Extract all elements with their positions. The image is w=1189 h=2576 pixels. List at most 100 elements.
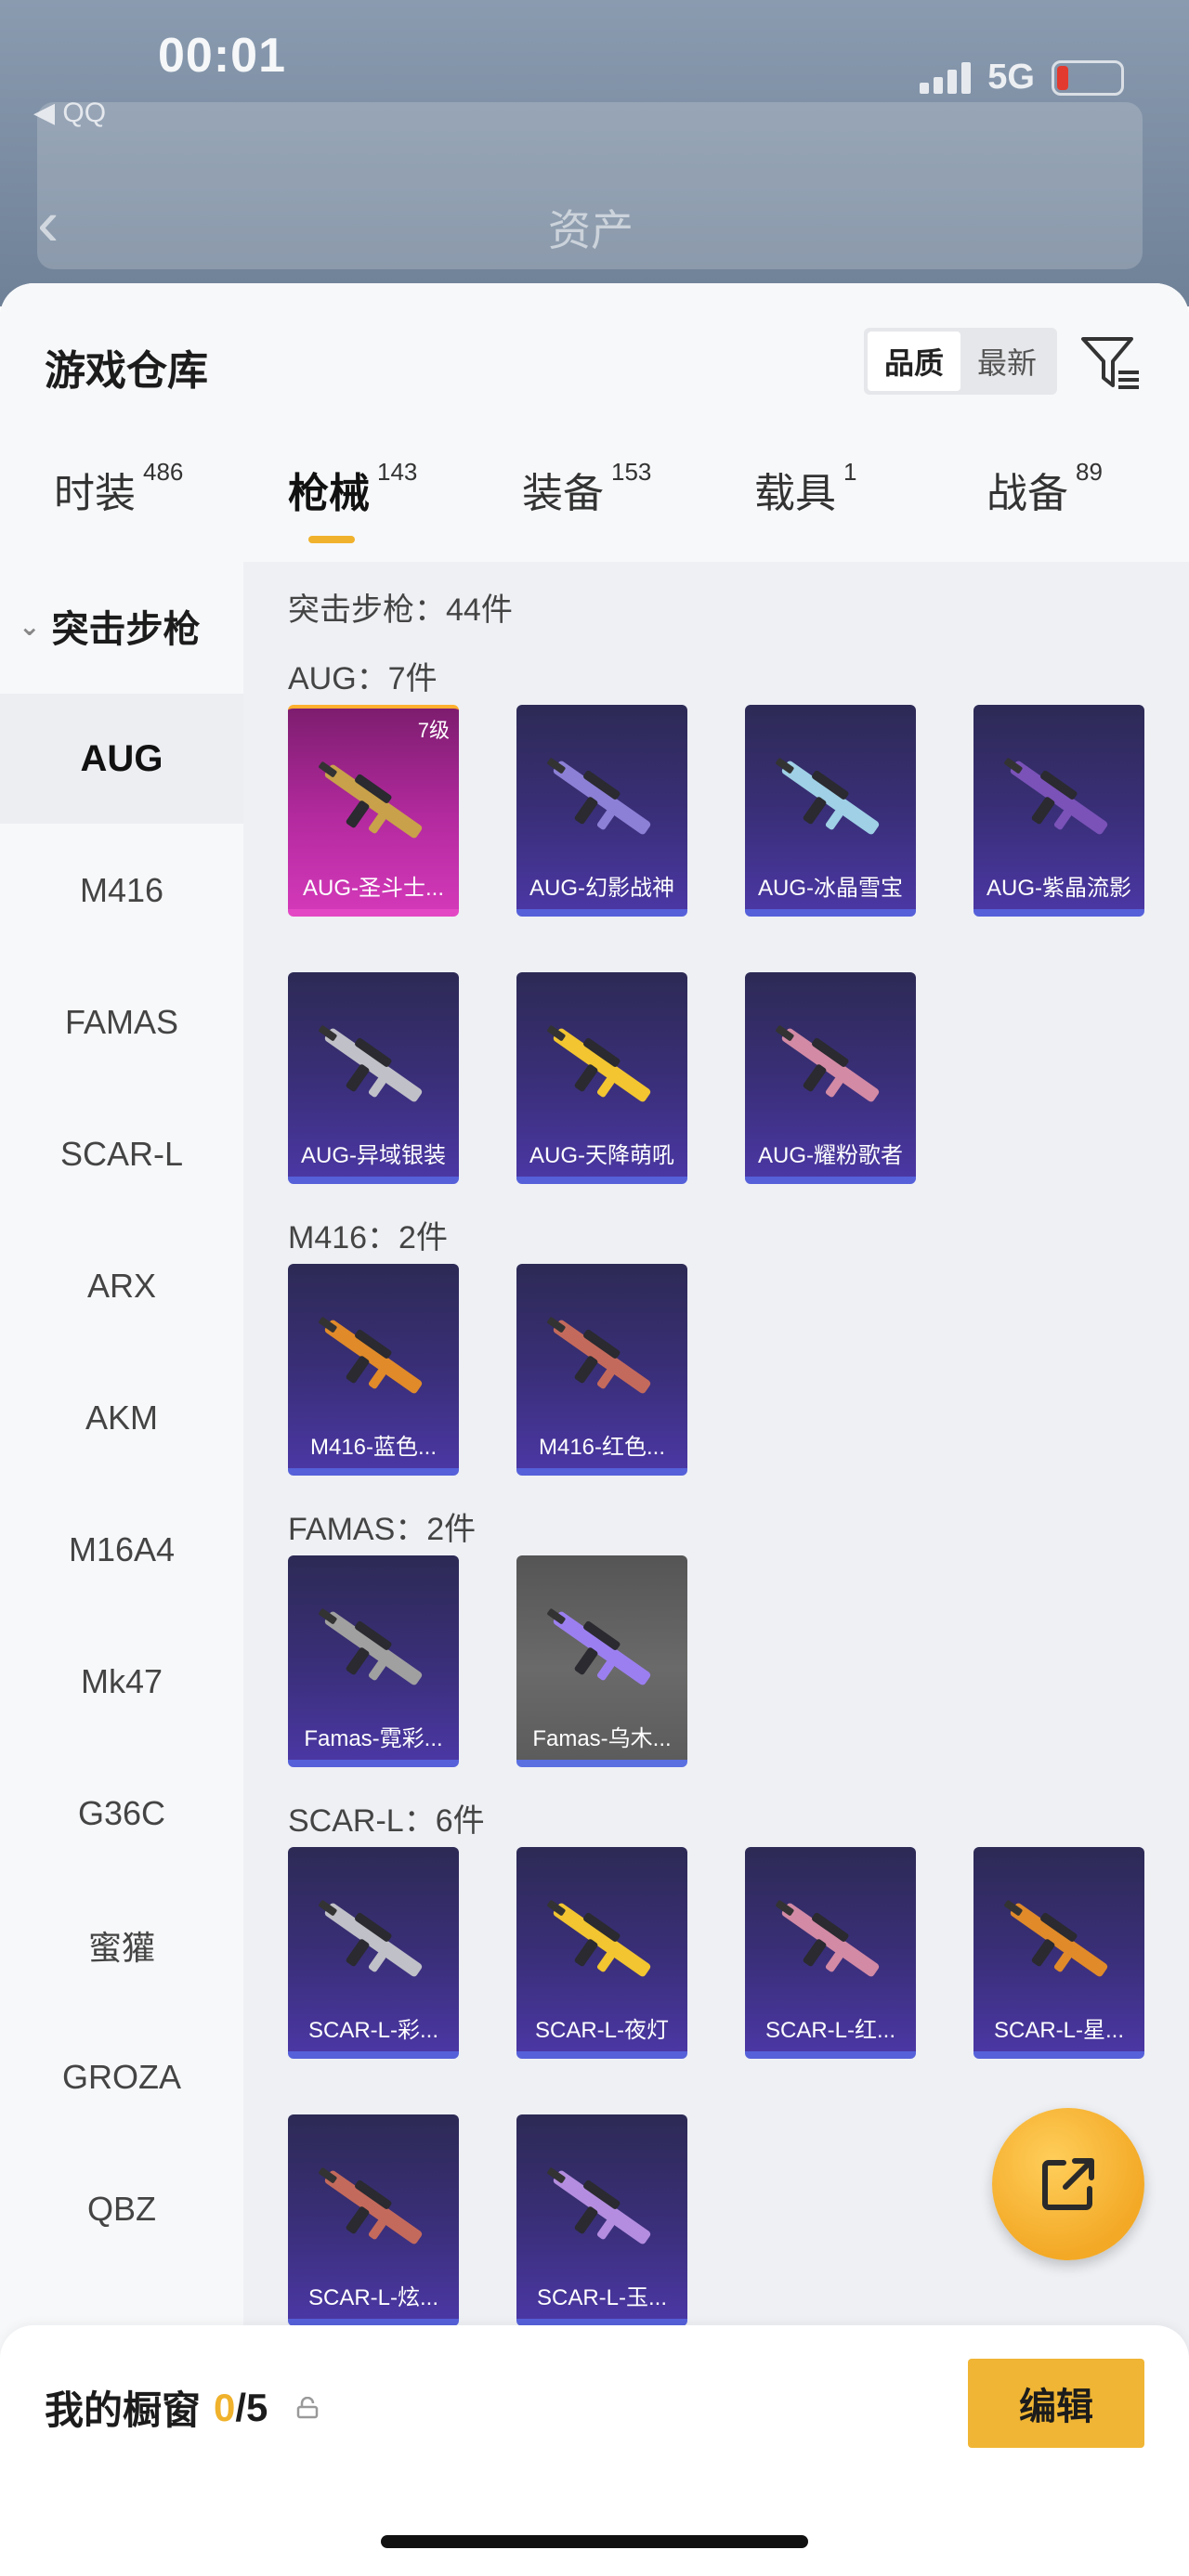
weapon-card[interactable]: M416-红色... [516,1264,687,1476]
sidebar-item-scar-l[interactable]: SCAR-L [0,1089,243,1219]
tab-label: 战备 [986,471,1068,516]
active-tab-indicator [308,536,355,543]
weapon-name: AUG-圣斗士... [302,876,444,901]
sidebar-item-aug[interactable]: AUG [0,694,243,824]
weapon-card[interactable]: 7级 AUG-圣斗士... [288,705,459,917]
section-label: M416：2件 [288,1220,448,1255]
showcase-total: /5 [235,2385,268,2429]
weapon-card[interactable]: AUG-耀粉歌者 [745,972,916,1184]
weapon-name: AUG-耀粉歌者 [758,1143,903,1168]
weapon-name: SCAR-L-夜灯 [534,2018,669,2043]
tab-label: 装备 [522,471,604,516]
weapon-image [776,1025,880,1102]
sidebar-item-arx[interactable]: ARX [0,1221,243,1351]
weapon-image [547,758,651,835]
tab-fashion[interactable]: 时装 486 [54,458,184,519]
tab-supplies[interactable]: 战备 89 [986,458,1103,519]
edit-button[interactable]: 编辑 [968,2359,1144,2448]
weapon-card[interactable]: SCAR-L-炫... [288,2114,459,2326]
tab-vehicles[interactable]: 载具 1 [754,458,857,519]
sidebar-item-groza[interactable]: GROZA [0,2012,243,2142]
weapon-name: Famas-霓彩... [304,1726,443,1751]
section-label: SCAR-L：6件 [288,1803,485,1839]
tab-firearms[interactable]: 枪械 143 [288,458,417,519]
weapon-image [547,1608,651,1685]
weapon-card[interactable]: SCAR-L-星... [973,1847,1144,2059]
status-indicators: 5G [920,58,1124,98]
sheet-header: 游戏仓库 品质 最新 时装 486 枪械 143 装备 153 载具 1 战备 … [0,283,1189,562]
share-icon [1042,2158,1094,2210]
weapon-type-sidebar: ⌄ 突击步枪 AUG M416 FAMAS SCAR-L ARX AKM M16… [0,562,243,2576]
sidebar-item-mk47[interactable]: Mk47 [0,1617,243,1747]
showcase-current: 0 [214,2385,236,2429]
tab-label: 载具 [754,471,836,516]
weapon-name: M416-红色... [538,1435,666,1460]
filter-icon[interactable] [1078,330,1144,397]
weapon-image [547,1317,651,1394]
tab-count: 486 [143,458,184,486]
sidebar-item-famas[interactable]: FAMAS [0,957,243,1087]
weapon-image [319,1025,423,1102]
weapon-image [319,2167,423,2244]
weapon-image [547,1025,651,1102]
showcase-summary: 我的橱窗 0 /5 [45,2379,320,2436]
sidebar-item-g36c[interactable]: G36C [0,1749,243,1879]
section-label: FAMAS：2件 [288,1512,477,1547]
sidebar-group-assault-rifles[interactable]: ⌄ 突击步枪 [19,599,200,653]
tab-count: 153 [611,458,652,486]
sort-option-quality[interactable]: 品质 [868,332,960,391]
weapon-name: AUG-冰晶雪宝 [758,876,903,901]
weapon-image [776,758,880,835]
weapon-card[interactable]: AUG-冰晶雪宝 [745,705,916,917]
network-label: 5G [987,58,1035,97]
lock-icon [297,2396,319,2418]
weapon-image [1004,1900,1108,1977]
weapon-name: M416-蓝色... [309,1435,438,1460]
weapon-card[interactable]: Famas-乌木... [516,1555,687,1767]
sidebar-item-honey-badger[interactable]: 蜜獾 [0,1880,243,2010]
weapon-image [547,1900,651,1977]
status-time: 00:01 [158,29,286,83]
weapon-card[interactable]: AUG-天降萌吼 [516,972,687,1184]
chevron-down-icon: ⌄ [19,611,41,641]
weapon-grid: 突击步枪：44件 AUG：7件 7级 AUG-圣斗士... AUG-幻影战神 AUG-冰… [243,562,1189,2576]
weapon-card[interactable]: M416-蓝色... [288,1264,459,1476]
weapon-name: AUG-幻影战神 [529,876,674,901]
weapon-card[interactable]: SCAR-L-玉... [516,2114,687,2326]
sidebar-item-qbz[interactable]: QBZ [0,2144,243,2274]
level-badge: 7级 [417,719,450,742]
weapon-image [319,1317,423,1394]
weapon-card[interactable]: SCAR-L-夜灯 [516,1847,687,2059]
tab-label: 时装 [54,471,136,516]
sidebar-item-m16a4[interactable]: M16A4 [0,1485,243,1615]
tab-count: 1 [843,458,857,486]
weapon-card[interactable]: SCAR-L-彩... [288,1847,459,2059]
warehouse-sheet: 游戏仓库 品质 最新 时装 486 枪械 143 装备 153 载具 1 战备 … [0,283,1189,2576]
weapon-card[interactable]: AUG-紫晶流影 [973,705,1144,917]
back-icon: ‹ [37,187,59,259]
weapon-name: SCAR-L-红... [764,2018,895,2043]
background-app: 00:01 ◀ QQ 5G ‹ 资产 [0,0,1189,306]
home-indicator [381,2535,808,2548]
weapon-card[interactable]: AUG-幻影战神 [516,705,687,917]
share-button[interactable] [992,2108,1144,2260]
sidebar-item-akm[interactable]: AKM [0,1353,243,1483]
sort-option-newest[interactable]: 最新 [960,332,1053,391]
tab-label: 枪械 [288,471,370,516]
sheet-title: 游戏仓库 [45,348,208,394]
weapon-image [319,761,423,839]
weapon-card[interactable]: SCAR-L-红... [745,1847,916,2059]
weapon-name: AUG-天降萌吼 [529,1143,674,1168]
weapon-card[interactable]: Famas-霓彩... [288,1555,459,1767]
return-to-app-link[interactable]: ◀ QQ [33,97,106,129]
weapon-name: SCAR-L-炫... [307,2285,438,2310]
sidebar-group-label: 突击步枪 [51,609,201,650]
sidebar-item-m416[interactable]: M416 [0,826,243,956]
weapon-card[interactable]: AUG-异域银装 [288,972,459,1184]
showcase-label: 我的橱窗 [45,2388,202,2432]
weapon-name: Famas-乌木... [532,1726,672,1751]
tab-equipment[interactable]: 装备 153 [522,458,652,519]
sort-toggle: 品质 最新 [864,328,1057,395]
category-summary: 突击步枪：44件 [288,592,513,628]
weapon-name: SCAR-L-玉... [536,2285,667,2310]
